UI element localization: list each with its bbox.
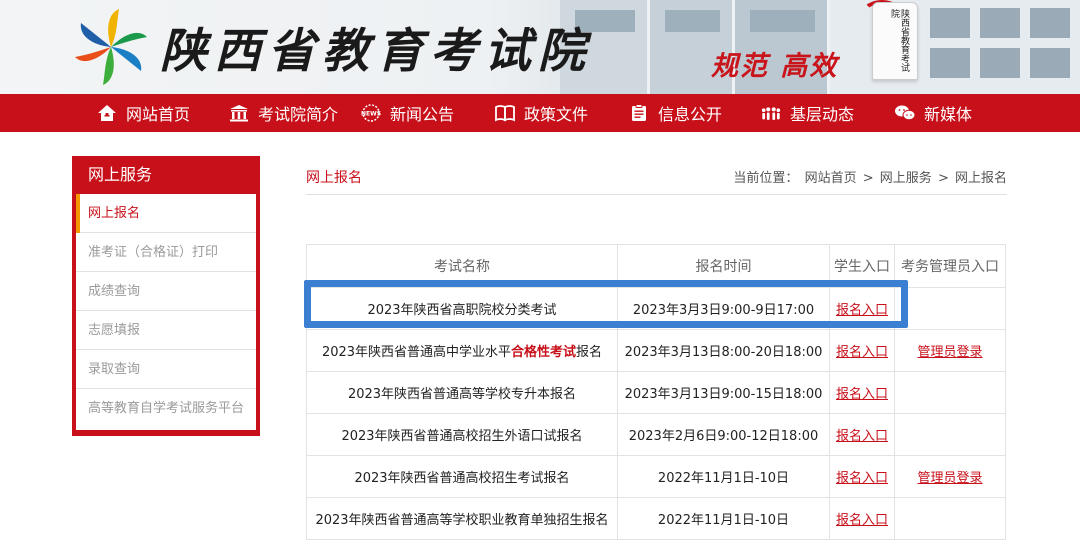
exam-name: 2023年陕西省普通高等学校专升本报名	[306, 371, 618, 414]
admin-entry-cell	[894, 497, 1006, 540]
admin-entry-cell: 管理员登录	[894, 455, 1006, 498]
breadcrumb-separator: >	[862, 171, 874, 186]
exam-name-part: 2023年陕西省普通高中学业水平	[321, 345, 512, 360]
people-icon	[760, 103, 782, 123]
exam-name-part: 报名	[576, 345, 603, 360]
admin-entry-cell	[894, 413, 1006, 456]
nav-item-public-info[interactable]: 信息公开	[628, 94, 722, 132]
admin-login-link[interactable]: 管理员登录	[917, 345, 982, 360]
breadcrumb: 当前位置： 网站首页 > 网上服务 > 网上报名	[731, 167, 1007, 186]
nav-item-policy[interactable]: 政策文件	[494, 94, 588, 132]
registration-time: 2022年11月1日-10日	[617, 497, 830, 540]
sidebar: 网上服务 网上报名 准考证（合格证）打印 成绩查询 志愿填报 录取查询 高等教育…	[72, 156, 260, 436]
nav-item-home[interactable]: 网站首页	[96, 94, 190, 132]
student-registration-link[interactable]: 报名入口	[836, 303, 888, 318]
news-icon: NEWS	[360, 103, 382, 123]
document-icon	[628, 103, 650, 123]
nav-item-label: 新闻公告	[390, 105, 455, 124]
student-registration-link[interactable]: 报名入口	[836, 345, 888, 360]
table-row: 2023年陕西省普通高校招生考试报名 2022年11月1日-10日 报名入口 管…	[306, 455, 1006, 498]
nav-item-about[interactable]: 考试院简介	[228, 94, 338, 132]
sidebar-item-score-query[interactable]: 成绩查询	[76, 272, 256, 311]
breadcrumb-home[interactable]: 网站首页	[805, 171, 857, 186]
admin-entry-cell: 管理员登录	[894, 329, 1006, 372]
svg-text:NEWS: NEWS	[361, 111, 381, 118]
registration-time: 2023年3月13日9:00-15日18:00	[617, 371, 830, 414]
exam-name: 2023年陕西省高职院校分类考试	[306, 287, 618, 330]
sidebar-list: 网上报名 准考证（合格证）打印 成绩查询 志愿填报 录取查询 高等教育自学考试服…	[76, 194, 256, 430]
header-window	[750, 10, 815, 32]
breadcrumb-current[interactable]: 网上报名	[955, 171, 1007, 186]
registration-time: 2022年11月1日-10日	[617, 455, 830, 498]
student-entry-cell: 报名入口	[829, 329, 895, 372]
site-header: 陕西省教育考试院 规范 高效 陕西省教育考试院	[0, 0, 1080, 94]
nav-item-label: 政策文件	[524, 105, 589, 124]
header-window	[665, 10, 720, 32]
sidebar-item-admission-query[interactable]: 录取查询	[76, 350, 256, 389]
registration-time: 2023年3月13日8:00-20日18:00	[617, 329, 830, 372]
registration-time: 2023年3月3日9:00-9日17:00	[617, 287, 830, 330]
student-registration-link[interactable]: 报名入口	[836, 429, 888, 444]
chat-icon	[894, 103, 916, 123]
sidebar-item-admission-ticket[interactable]: 准考证（合格证）打印	[76, 233, 256, 272]
student-entry-cell: 报名入口	[829, 287, 895, 330]
breadcrumb-separator: >	[937, 171, 949, 186]
main-nav: 网站首页 考试院简介 NEWS 新闻公告 政策文件 信息公开 基层动态 新媒体	[0, 94, 1080, 132]
exam-name: 2023年陕西省普通高中学业水平合格性考试报名	[306, 329, 618, 372]
admin-entry-cell	[894, 371, 1006, 414]
table-row: 2023年陕西省普通高校招生外语口试报名 2023年2月6日9:00-12日18…	[306, 413, 1006, 456]
seal-text: 陕西省教育考试院	[889, 9, 909, 72]
admin-login-link[interactable]: 管理员登录	[917, 471, 982, 486]
column-header-registration-time: 报名时间	[617, 244, 830, 288]
student-entry-cell: 报名入口	[829, 497, 895, 540]
site-name: 陕西省教育考试院	[160, 24, 592, 79]
table-header-row: 考试名称 报名时间 学生入口 考务管理员入口	[306, 244, 1006, 288]
nav-item-news[interactable]: NEWS 新闻公告	[360, 94, 454, 132]
nav-item-label: 网站首页	[126, 105, 191, 124]
column-header-exam-name: 考试名称	[306, 244, 618, 288]
column-header-student-entry: 学生入口	[829, 244, 895, 288]
nav-item-label: 新媒体	[924, 105, 973, 124]
title-divider	[306, 194, 1007, 195]
sidebar-item-online-registration[interactable]: 网上报名	[76, 194, 256, 233]
page-title: 网上报名	[306, 170, 362, 186]
nav-item-label: 基层动态	[790, 105, 855, 124]
table-row: 2023年陕西省高职院校分类考试 2023年3月3日9:00-9日17:00 报…	[306, 287, 1006, 330]
nav-item-local-news[interactable]: 基层动态	[760, 94, 854, 132]
student-entry-cell: 报名入口	[829, 413, 895, 456]
admin-entry-cell	[894, 287, 1006, 330]
book-icon	[494, 103, 516, 123]
student-registration-link[interactable]: 报名入口	[836, 471, 888, 486]
site-slogan: 规范 高效	[711, 51, 839, 82]
site-logo[interactable]	[70, 8, 152, 86]
exam-name-highlight: 合格性考试	[511, 345, 577, 360]
building-icon	[228, 103, 250, 123]
exam-name: 2023年陕西省普通高校招生考试报名	[306, 455, 618, 498]
exam-name: 2023年陕西省普通高等学校职业教育单独招生报名	[306, 497, 618, 540]
nav-item-label: 信息公开	[658, 105, 723, 124]
table-row: 2023年陕西省普通高中学业水平合格性考试报名 2023年3月13日8:00-2…	[306, 329, 1006, 372]
sidebar-title: 网上服务	[88, 165, 153, 184]
sidebar-item-self-study-platform[interactable]: 高等教育自学考试服务平台	[76, 389, 256, 428]
student-registration-link[interactable]: 报名入口	[836, 513, 888, 528]
breadcrumb-prefix: 当前位置：	[733, 171, 799, 186]
exam-name: 2023年陕西省普通高校招生外语口试报名	[306, 413, 618, 456]
student-entry-cell: 报名入口	[829, 455, 895, 498]
institute-seal: 陕西省教育考试院	[872, 2, 918, 80]
nav-item-new-media[interactable]: 新媒体	[894, 94, 972, 132]
exam-registration-table: 考试名称 报名时间 学生入口 考务管理员入口 2023年陕西省高职院校分类考试 …	[306, 244, 1006, 540]
student-registration-link[interactable]: 报名入口	[836, 387, 888, 402]
table-row: 2023年陕西省普通高等学校职业教育单独招生报名 2022年11月1日-10日 …	[306, 497, 1006, 540]
table-row: 2023年陕西省普通高等学校专升本报名 2023年3月13日9:00-15日18…	[306, 371, 1006, 414]
breadcrumb-online-services[interactable]: 网上服务	[880, 171, 932, 186]
registration-time: 2023年2月6日9:00-12日18:00	[617, 413, 830, 456]
home-icon	[96, 103, 118, 123]
column-header-admin-entry: 考务管理员入口	[894, 244, 1006, 288]
student-entry-cell: 报名入口	[829, 371, 895, 414]
sidebar-item-application[interactable]: 志愿填报	[76, 311, 256, 350]
nav-item-label: 考试院简介	[258, 105, 339, 124]
